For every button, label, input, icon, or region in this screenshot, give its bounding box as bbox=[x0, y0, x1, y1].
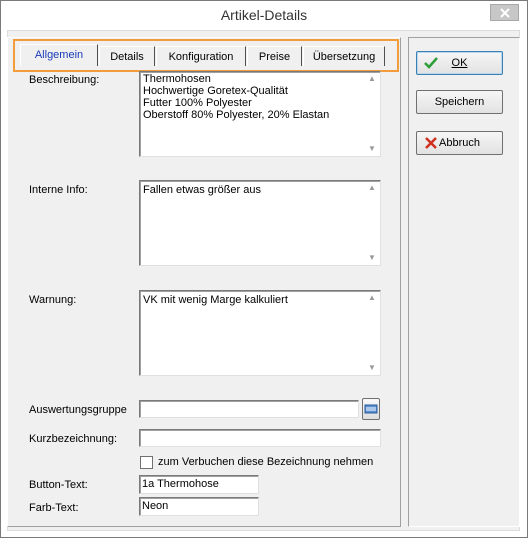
close-button[interactable] bbox=[490, 4, 519, 21]
list-lookup-icon bbox=[364, 404, 378, 414]
interne-info-scrollbar[interactable]: ▲ ▼ bbox=[364, 181, 380, 265]
scroll-up-icon[interactable]: ▲ bbox=[367, 184, 377, 192]
speichern-button[interactable]: Speichern bbox=[416, 90, 503, 114]
farb-text-input[interactable]: Neon bbox=[139, 497, 259, 516]
window-title: Artikel-Details bbox=[220, 7, 308, 23]
tab-allgemein[interactable]: Allgemein bbox=[20, 44, 98, 66]
warnung-scrollbar[interactable]: ▲ ▼ bbox=[364, 291, 380, 375]
abbruch-button-label: Abbruch bbox=[439, 137, 480, 149]
ok-button-label: OK bbox=[451, 57, 468, 69]
tab-preise[interactable]: Preise bbox=[247, 46, 302, 66]
title-bar: Artikel-Details bbox=[1, 1, 527, 31]
warnung-value: VK mit wenig Marge kalkuliert bbox=[143, 294, 288, 306]
beschreibung-line: Oberstoff 80% Polyester, 20% Elastan bbox=[143, 109, 330, 121]
checkmark-icon bbox=[424, 57, 438, 69]
scroll-down-icon[interactable]: ▼ bbox=[367, 364, 377, 372]
kurzbezeichnung-label: Kurzbezeichnung: bbox=[29, 433, 118, 445]
button-text-input[interactable]: 1a Thermohose bbox=[139, 475, 259, 494]
verbuchen-checkbox[interactable] bbox=[140, 456, 153, 469]
auswertungsgruppe-label: Auswertungsgruppe bbox=[29, 404, 127, 416]
warnung-textarea[interactable]: VK mit wenig Marge kalkuliert ▲ ▼ bbox=[139, 290, 381, 376]
interne-info-value: Fallen etwas größer aus bbox=[143, 184, 261, 196]
scroll-down-icon[interactable]: ▼ bbox=[367, 254, 377, 262]
cross-icon bbox=[425, 137, 437, 149]
auswertungsgruppe-lookup-button[interactable] bbox=[362, 398, 380, 420]
auswertungsgruppe-input[interactable] bbox=[139, 400, 359, 418]
farb-text-label: Farb-Text: bbox=[29, 502, 79, 514]
beschreibung-line: Hochwertige Goretex-Qualität bbox=[143, 85, 288, 97]
beschreibung-label: Beschreibung: bbox=[29, 74, 100, 86]
scroll-up-icon[interactable]: ▲ bbox=[367, 75, 377, 83]
verbuchen-checkbox-label[interactable]: zum Verbuchen diese Bezeichnung nehmen bbox=[158, 456, 373, 468]
tab-details[interactable]: Details bbox=[99, 46, 155, 66]
abbruch-button[interactable]: Abbruch bbox=[416, 131, 503, 155]
scroll-down-icon[interactable]: ▼ bbox=[367, 145, 377, 153]
scroll-up-icon[interactable]: ▲ bbox=[367, 294, 377, 302]
beschreibung-line: Thermohosen bbox=[143, 73, 211, 85]
warnung-label: Warnung: bbox=[29, 294, 77, 306]
close-icon bbox=[499, 7, 510, 18]
tab-konfiguration[interactable]: Konfiguration bbox=[156, 46, 246, 66]
ok-button[interactable]: OK bbox=[416, 51, 503, 75]
interne-info-textarea[interactable]: Fallen etwas größer aus ▲ ▼ bbox=[139, 180, 381, 266]
tab-uebersetzung[interactable]: Übersetzung bbox=[303, 46, 385, 66]
interne-info-label: Interne Info: bbox=[29, 184, 88, 196]
beschreibung-scrollbar[interactable]: ▲ ▼ bbox=[364, 72, 380, 156]
button-text-label: Button-Text: bbox=[29, 479, 88, 491]
kurzbezeichnung-input[interactable] bbox=[139, 429, 381, 447]
beschreibung-line: Futter 100% Polyester bbox=[143, 97, 252, 109]
speichern-button-label: Speichern bbox=[434, 96, 485, 108]
beschreibung-textarea[interactable]: Thermohosen Hochwertige Goretex-Qualität… bbox=[139, 71, 381, 157]
